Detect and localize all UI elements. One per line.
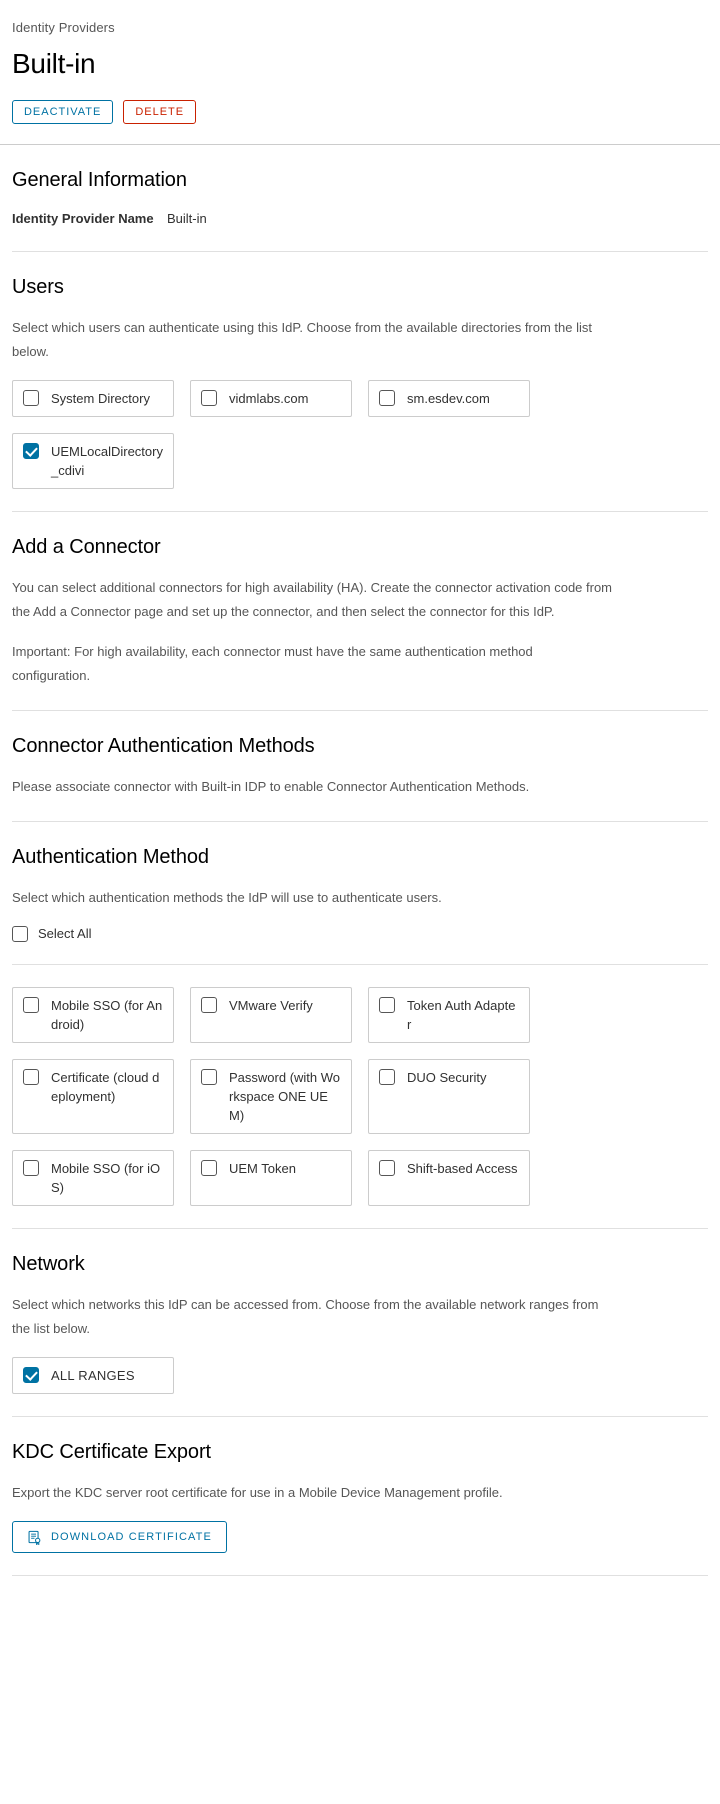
- auth-method-label: VMware Verify: [229, 998, 313, 1013]
- auth-method-card[interactable]: Certificate (cloud deployment): [12, 1059, 174, 1134]
- auth-method-card[interactable]: VMware Verify: [190, 987, 352, 1043]
- header-action-buttons: DEACTIVATE DELETE: [12, 100, 708, 144]
- auth-method-label: Certificate (cloud deployment): [51, 1070, 160, 1104]
- kdc-certificate-export-heading: KDC Certificate Export: [12, 1441, 211, 1463]
- auth-method-checkbox[interactable]: [201, 1160, 217, 1176]
- network-range-label: ALL RANGES: [51, 1368, 135, 1383]
- authentication-method-description: Select which authentication methods the …: [12, 890, 442, 905]
- idp-name-value: Built-in: [167, 211, 207, 226]
- general-information-section: General Information Identity Provider Na…: [0, 145, 720, 251]
- directory-card[interactable]: vidmlabs.com: [190, 380, 352, 417]
- add-connector-important-note: Important: For high availability, each c…: [12, 644, 533, 683]
- auth-method-checkbox[interactable]: [23, 997, 39, 1013]
- auth-method-card[interactable]: DUO Security: [368, 1059, 530, 1134]
- add-connector-heading: Add a Connector: [12, 536, 161, 558]
- general-information-heading: General Information: [12, 169, 187, 191]
- select-all-checkbox-box[interactable]: [12, 926, 28, 942]
- connector-auth-methods-description: Please associate connector with Built-in…: [12, 779, 530, 794]
- connector-auth-methods-heading: Connector Authentication Methods: [12, 735, 315, 757]
- directory-checkbox[interactable]: [379, 390, 395, 406]
- auth-method-label: Token Auth Adapter: [407, 998, 516, 1032]
- kdc-certificate-export-section: KDC Certificate Export Export the KDC se…: [0, 1417, 720, 1575]
- directory-label: UEMLocalDirectory_cdivi: [51, 444, 163, 478]
- directory-label: System Directory: [51, 391, 150, 406]
- auth-method-card[interactable]: Mobile SSO (for iOS): [12, 1150, 174, 1206]
- authentication-methods-grid: Mobile SSO (for Android) VMware Verify Tok…: [12, 987, 552, 1206]
- auth-method-label: Password (with Workspace ONE UEM): [229, 1070, 341, 1123]
- add-connector-description: You can select additional connectors for…: [12, 580, 613, 619]
- auth-method-checkbox[interactable]: [23, 1069, 39, 1085]
- users-section: Users Select which users can authenticat…: [0, 252, 720, 511]
- network-range-card[interactable]: ALL RANGES: [12, 1357, 174, 1394]
- auth-method-label: DUO Security: [407, 1070, 487, 1085]
- auth-method-label: Mobile SSO (for Android): [51, 998, 163, 1032]
- auth-method-card[interactable]: Shift-based Access: [368, 1150, 530, 1206]
- auth-method-checkbox[interactable]: [379, 1160, 395, 1176]
- auth-method-card[interactable]: Token Auth Adapter: [368, 987, 530, 1043]
- network-range-checkbox[interactable]: [23, 1367, 39, 1383]
- authentication-methods-grid-section: Mobile SSO (for Android) VMware Verify Tok…: [0, 965, 720, 1228]
- select-all-label: Select All: [38, 926, 92, 941]
- auth-method-checkbox[interactable]: [23, 1160, 39, 1176]
- directory-label: sm.esdev.com: [407, 391, 490, 406]
- deactivate-button[interactable]: DEACTIVATE: [12, 100, 114, 124]
- delete-button[interactable]: DELETE: [123, 100, 197, 124]
- page-title: Built-in: [12, 48, 96, 79]
- download-certificate-label: DOWNLOAD CERTIFICATE: [51, 1531, 212, 1543]
- directory-checkbox[interactable]: [23, 443, 39, 459]
- authentication-method-heading: Authentication Method: [12, 846, 209, 868]
- download-certificate-button[interactable]: DOWNLOAD CERTIFICATE: [12, 1521, 227, 1553]
- network-description: Select which networks this IdP can be ac…: [12, 1297, 599, 1336]
- auth-method-label: UEM Token: [229, 1161, 296, 1176]
- add-connector-section: Add a Connector You can select additiona…: [0, 512, 720, 710]
- auth-method-label: Mobile SSO (for iOS): [51, 1161, 161, 1195]
- auth-method-card[interactable]: Mobile SSO (for Android): [12, 987, 174, 1043]
- connector-auth-methods-section: Connector Authentication Methods Please …: [0, 711, 720, 821]
- idp-detail-page: Identity Providers Built-in DEACTIVATE D…: [0, 0, 720, 1598]
- users-description: Select which users can authenticate usin…: [12, 320, 593, 359]
- directory-card[interactable]: sm.esdev.com: [368, 380, 530, 417]
- page-header: Identity Providers Built-in DEACTIVATE D…: [0, 0, 720, 144]
- directory-card[interactable]: System Directory: [12, 380, 174, 417]
- kdc-certificate-export-description: Export the KDC server root certificate f…: [12, 1485, 503, 1500]
- network-heading: Network: [12, 1253, 85, 1275]
- select-all-checkbox[interactable]: Select All: [12, 926, 708, 942]
- auth-method-checkbox[interactable]: [379, 1069, 395, 1085]
- page-bottom-spacer: [0, 1576, 720, 1598]
- idp-name-label: Identity Provider Name: [12, 211, 154, 226]
- network-ranges-grid: ALL RANGES: [12, 1357, 552, 1394]
- auth-method-card[interactable]: UEM Token: [190, 1150, 352, 1206]
- directory-label: vidmlabs.com: [229, 391, 309, 406]
- auth-method-checkbox[interactable]: [379, 997, 395, 1013]
- directory-checkbox[interactable]: [23, 390, 39, 406]
- auth-method-label: Shift-based Access: [407, 1161, 518, 1176]
- idp-name-row: Identity Provider Name Built-in: [12, 209, 708, 229]
- auth-method-checkbox[interactable]: [201, 997, 217, 1013]
- certificate-document-icon: [27, 1530, 42, 1545]
- network-section: Network Select which networks this IdP c…: [0, 1229, 720, 1416]
- users-heading: Users: [12, 276, 64, 298]
- auth-method-card[interactable]: Password (with Workspace ONE UEM): [190, 1059, 352, 1134]
- authentication-method-section: Authentication Method Select which authe…: [0, 822, 720, 964]
- directory-card[interactable]: UEMLocalDirectory_cdivi: [12, 433, 174, 489]
- auth-method-checkbox[interactable]: [201, 1069, 217, 1085]
- directories-grid: System Directory vidmlabs.com sm.esdev.com…: [12, 380, 552, 489]
- breadcrumb[interactable]: Identity Providers: [12, 20, 708, 36]
- directory-checkbox[interactable]: [201, 390, 217, 406]
